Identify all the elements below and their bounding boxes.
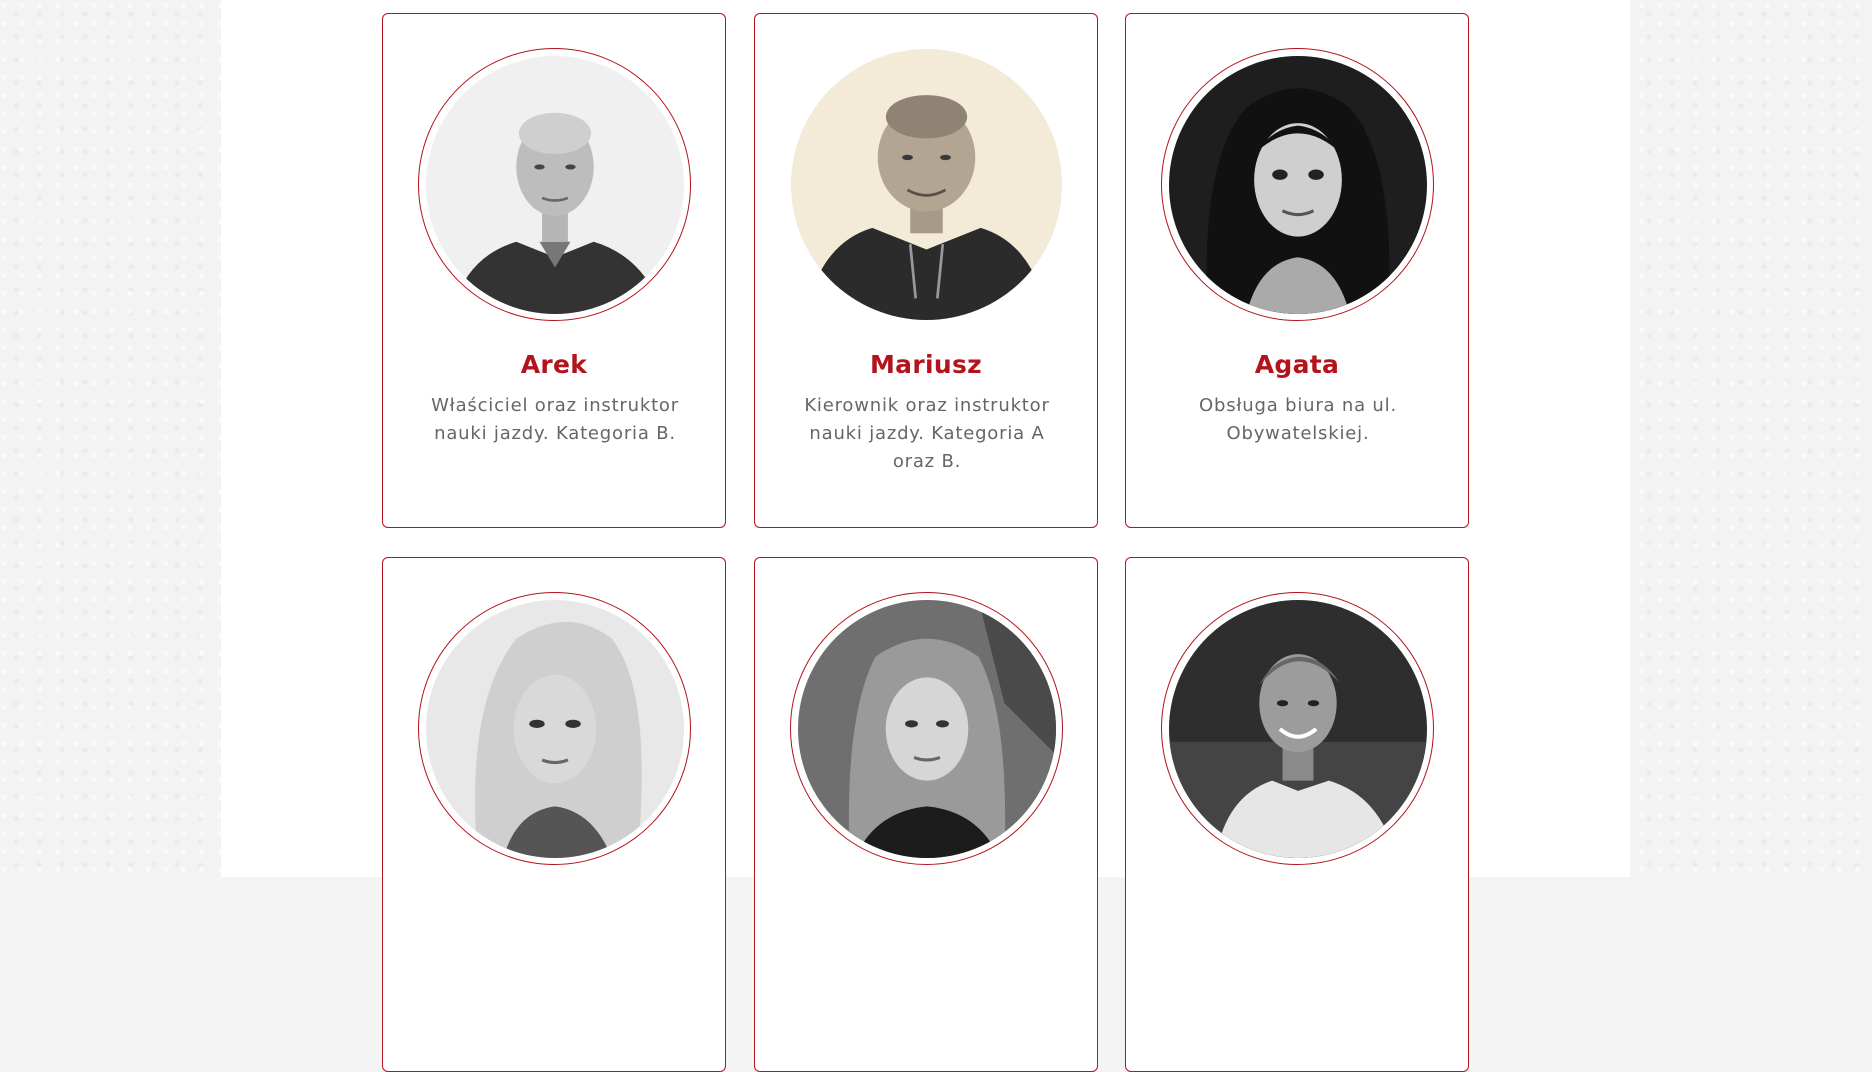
- team-card: Mariusz Kierownik oraz instruktor nauki …: [754, 13, 1098, 528]
- member-name: Arek: [520, 350, 588, 379]
- portrait-photo: [791, 49, 1062, 320]
- avatar: [1168, 55, 1427, 314]
- team-card: Agata Obsługa biura na ul. Obywatelskiej…: [1125, 13, 1469, 528]
- portrait-photo: [425, 599, 684, 858]
- avatar: [425, 55, 684, 314]
- avatar: [425, 599, 684, 858]
- member-role: Kierownik oraz instruktor nauki jazdy. K…: [804, 395, 1050, 472]
- member-role: Właściciel oraz instruktor nauki jazdy. …: [431, 395, 679, 444]
- team-card: Arek Właściciel oraz instruktor nauki ja…: [382, 13, 726, 528]
- member-name: Mariusz: [870, 350, 982, 379]
- team-card: [754, 557, 1098, 1072]
- avatar-frame: [418, 592, 691, 865]
- avatar-frame: [1161, 48, 1434, 321]
- avatar: [1168, 599, 1427, 858]
- team-card: [382, 557, 726, 1072]
- avatar: [797, 599, 1056, 858]
- team-card: [1125, 557, 1469, 1072]
- team-section: Arek Właściciel oraz instruktor nauki ja…: [221, 0, 1630, 1072]
- avatar: [791, 49, 1062, 320]
- portrait-photo: [425, 55, 684, 314]
- avatar-frame: [790, 592, 1063, 865]
- portrait-photo: [1168, 599, 1427, 858]
- avatar-frame: [418, 48, 691, 321]
- avatar-frame: [1161, 592, 1434, 865]
- portrait-photo: [1168, 55, 1427, 314]
- member-role: Obsługa biura na ul. Obywatelskiej.: [1199, 395, 1397, 444]
- member-name: Agata: [1254, 350, 1340, 379]
- portrait-photo: [797, 599, 1056, 858]
- avatar-frame: [790, 48, 1063, 321]
